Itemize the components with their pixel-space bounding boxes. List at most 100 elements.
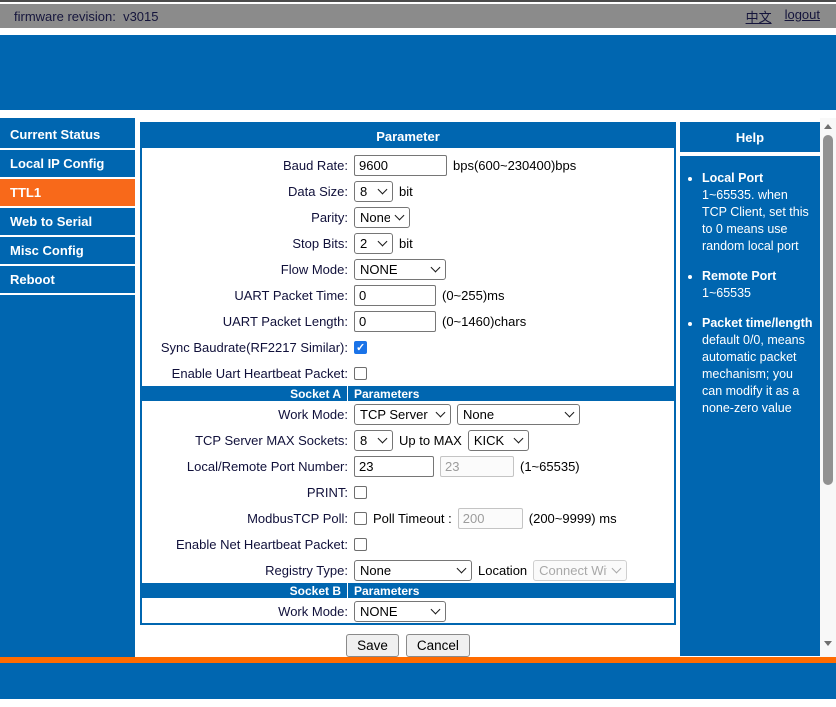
kick-select[interactable]: KICK [467, 429, 529, 451]
sidebar-item-current-status[interactable]: Current Status [0, 121, 135, 150]
socket-a-subtitle: Parameters [354, 386, 420, 401]
parity-label: Parity: [311, 209, 348, 225]
firmware-config-page: firmware revision: v3015 中文 logout Curre… [0, 0, 836, 707]
parameter-form: Baud Rate: bps(600~230400)bps Data Size:… [142, 148, 674, 624]
flow-mode-label: Flow Mode: [280, 261, 348, 277]
help-item-local-port: Local Port 1~65535. when TCP Client, set… [702, 170, 815, 255]
uart-packet-length-input[interactable] [354, 310, 436, 332]
chevron-down-icon [377, 184, 388, 194]
socket-a-section-header: Socket A Parameters [142, 386, 674, 401]
form-row-uart-packet-length: UART Packet Length: (0~1460)chars [142, 308, 674, 334]
location-select: Connect With [533, 559, 628, 581]
form-row-registry-type: Registry Type: None Location Connect Wit… [142, 557, 674, 583]
topbar-links: 中文 logout [746, 7, 820, 26]
work-mode-a-sub-select[interactable]: None [457, 403, 580, 425]
uart-packet-time-range: (0~255)ms [442, 287, 505, 303]
chevron-down-icon [513, 433, 524, 443]
chevron-down-icon [394, 210, 405, 220]
sync-baudrate-checkbox[interactable] [354, 340, 367, 354]
arrow-up-icon [824, 124, 832, 129]
help-title: Help [680, 122, 820, 152]
uart-heartbeat-checkbox[interactable] [354, 366, 367, 380]
chevron-down-icon [456, 563, 467, 573]
firmware-revision-text: firmware revision: v3015 [14, 8, 159, 24]
chevron-down-icon [377, 433, 388, 443]
print-checkbox[interactable] [354, 485, 367, 499]
form-row-stop-bits: Stop Bits: 2 bit [142, 230, 674, 256]
tcp-max-sockets-label: TCP Server MAX Sockets: [195, 432, 348, 448]
logout-link[interactable]: logout [785, 7, 820, 26]
socket-b-subtitle: Parameters [354, 583, 420, 598]
print-label: PRINT: [306, 484, 348, 500]
work-mode-b-select[interactable]: NONE [354, 600, 446, 622]
form-row-sync-baudrate: Sync Baudrate(RF2217 Similar): [142, 334, 674, 360]
registry-type-label: Registry Type: [265, 562, 348, 578]
chevron-down-icon [435, 407, 446, 417]
port-number-label: Local/Remote Port Number: [186, 458, 348, 474]
form-row-uart-packet-time: UART Packet Time: (0~255)ms [142, 282, 674, 308]
scrollbar-thumb[interactable] [823, 135, 833, 485]
window-top-edge [0, 0, 836, 2]
data-size-unit: bit [399, 183, 413, 199]
modbus-poll-checkbox[interactable] [354, 511, 367, 525]
scrollbar[interactable] [820, 118, 836, 657]
chevron-down-icon [564, 407, 575, 417]
scroll-down-button[interactable] [820, 636, 836, 651]
baud-rate-label: Baud Rate: [282, 157, 348, 173]
stop-bits-unit: bit [399, 235, 413, 251]
panel-title: Parameter [142, 124, 674, 148]
save-button[interactable]: Save [346, 634, 399, 657]
baud-rate-range: bps(600~230400)bps [453, 157, 577, 173]
topbar: firmware revision: v3015 中文 logout [0, 4, 836, 28]
form-row-uart-heartbeat: Enable Uart Heartbeat Packet: [142, 360, 674, 386]
parity-select[interactable]: None [354, 206, 410, 228]
modbus-poll-label: ModbusTCP Poll: [247, 510, 348, 526]
net-heartbeat-checkbox[interactable] [354, 537, 367, 551]
sidebar-item-ttl1[interactable]: TTL1 [0, 179, 135, 208]
socket-a-title: Socket A [142, 386, 348, 401]
socket-b-title: Socket B [142, 583, 348, 598]
chevron-down-icon [430, 604, 441, 614]
sidebar-item-misc-config[interactable]: Misc Config [0, 237, 135, 266]
chevron-down-icon [377, 236, 388, 246]
work-mode-a-label: Work Mode: [278, 406, 348, 422]
registry-type-select[interactable]: None [354, 559, 472, 581]
location-label: Location [478, 562, 528, 578]
work-mode-a-select[interactable]: TCP Server [354, 403, 451, 425]
uart-packet-length-range: (0~1460)chars [442, 313, 527, 329]
help-list: Local Port 1~65535. when TCP Client, set… [702, 170, 815, 417]
scroll-up-button[interactable] [820, 119, 836, 134]
uart-heartbeat-label: Enable Uart Heartbeat Packet: [171, 365, 348, 381]
baud-rate-input[interactable] [354, 154, 447, 176]
uart-packet-length-label: UART Packet Length: [222, 313, 348, 329]
form-row-net-heartbeat: Enable Net Heartbeat Packet: [142, 531, 674, 557]
uart-packet-time-label: UART Packet Time: [234, 287, 348, 303]
help-item-remote-port: Remote Port 1~65535 [702, 268, 815, 302]
parameter-panel: Parameter Baud Rate: bps(600~230400)bps … [140, 122, 676, 625]
help-content: Local Port 1~65535. when TCP Client, set… [680, 156, 820, 656]
language-link[interactable]: 中文 [746, 7, 772, 26]
uart-packet-time-input[interactable] [354, 284, 436, 306]
local-port-input[interactable] [354, 455, 434, 477]
port-number-range: (1~65535) [520, 458, 580, 474]
form-row-modbus-poll: ModbusTCP Poll: Poll Timeout : (200~9999… [142, 505, 674, 531]
help-panel: Help Local Port 1~65535. when TCP Client… [680, 122, 820, 656]
up-to-max-text: Up to MAX [399, 432, 462, 448]
net-heartbeat-label: Enable Net Heartbeat Packet: [176, 536, 348, 552]
form-row-data-size: Data Size: 8 bit [142, 178, 674, 204]
chevron-down-icon [611, 563, 622, 573]
help-item-packet-time-length: Packet time/length default 0/0, means au… [702, 315, 815, 417]
sidebar-item-reboot[interactable]: Reboot [0, 266, 135, 295]
stop-bits-select[interactable]: 2 [354, 232, 393, 254]
tcp-max-sockets-select[interactable]: 8 [354, 429, 393, 451]
sidebar-item-web-to-serial[interactable]: Web to Serial [0, 208, 135, 237]
cancel-button[interactable]: Cancel [405, 634, 470, 657]
header-banner [0, 35, 836, 110]
data-size-label: Data Size: [288, 183, 348, 199]
data-size-select[interactable]: 8 [354, 180, 393, 202]
flow-mode-select[interactable]: NONE [354, 258, 446, 280]
chevron-down-icon [430, 262, 441, 272]
sidebar-item-local-ip-config[interactable]: Local IP Config [0, 150, 135, 179]
form-row-flow-mode: Flow Mode: NONE [142, 256, 674, 282]
poll-timeout-label: Poll Timeout : [373, 510, 452, 526]
